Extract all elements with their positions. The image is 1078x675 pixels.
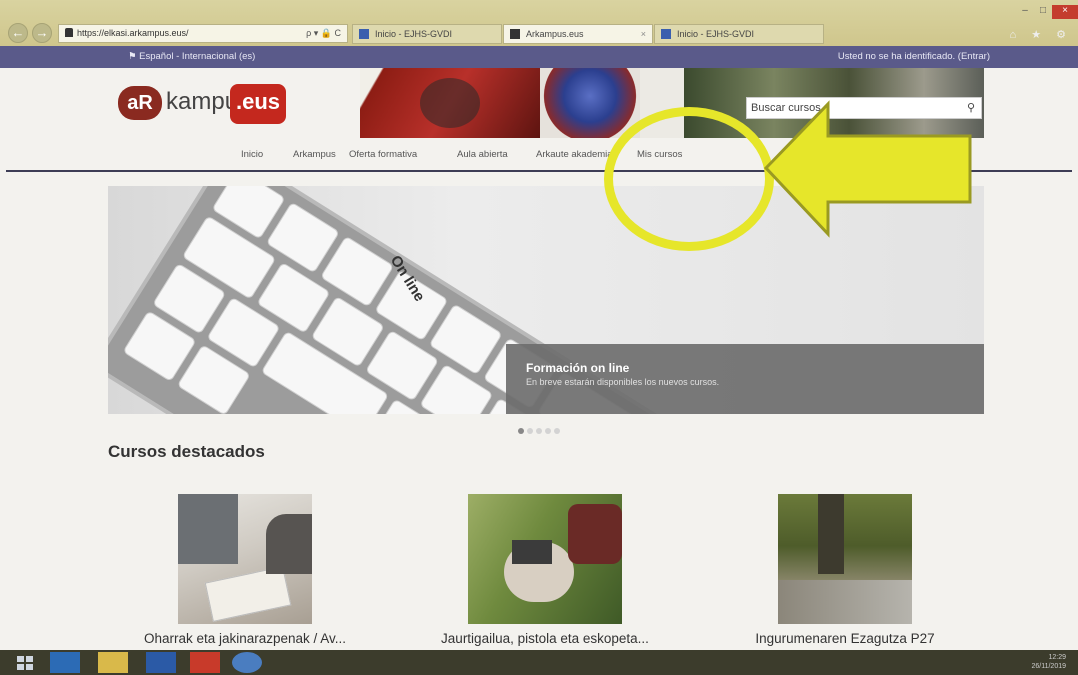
nav-oferta-formativa[interactable]: Oferta formativa xyxy=(349,144,417,166)
tab-inicio-2[interactable]: Inicio - EJHS-GVDI xyxy=(654,24,824,44)
slider-dot[interactable] xyxy=(554,428,560,434)
favicon-icon xyxy=(661,29,671,39)
course-card[interactable]: Ingurumenaren Ezagutza P27 xyxy=(695,494,995,646)
home-favorites-settings-icons[interactable]: ⌂ ★ ⚙ xyxy=(1010,28,1072,41)
tab-close-icon[interactable]: × xyxy=(641,25,646,43)
arrow-annotation xyxy=(763,100,972,238)
logo-eus: .eus xyxy=(230,84,286,124)
slider-dot[interactable] xyxy=(527,428,533,434)
address-bar[interactable]: https://elkasi.arkampus.eus/ ρ ▾ 🔒 C xyxy=(58,24,348,43)
course-title[interactable]: Oharrak eta jakinarazpenak / Av... xyxy=(95,631,395,646)
course-thumbnail xyxy=(468,494,622,624)
outlook-icon[interactable] xyxy=(50,652,80,673)
system-clock[interactable]: 12:29 26/11/2019 xyxy=(1031,653,1066,671)
nav-aula-abierta[interactable]: Aula abierta xyxy=(457,144,508,166)
language-selector[interactable]: ⚑ Español - Internacional (es) xyxy=(128,46,255,68)
file-explorer-icon[interactable] xyxy=(98,652,128,673)
highlight-circle-annotation xyxy=(604,107,774,251)
back-button[interactable]: ← xyxy=(8,23,28,43)
forward-button[interactable]: → xyxy=(32,23,52,43)
course-title[interactable]: Ingurumenaren Ezagutza P27 xyxy=(695,631,995,646)
internet-explorer-icon[interactable] xyxy=(232,652,262,673)
course-thumbnail xyxy=(178,494,312,624)
url-text: https://elkasi.arkampus.eus/ xyxy=(77,28,189,38)
close-window-button[interactable]: × xyxy=(1052,5,1078,19)
nav-inicio[interactable]: Inicio xyxy=(241,144,263,166)
login-status[interactable]: Usted no se ha identificado. (Entrar) xyxy=(838,46,990,68)
slider-dot[interactable] xyxy=(536,428,542,434)
favicon-icon xyxy=(359,29,369,39)
tab-arkampus[interactable]: Arkampus.eus × xyxy=(503,24,653,44)
lock-icon xyxy=(65,28,73,37)
windows-taskbar: 12:29 26/11/2019 xyxy=(0,650,1078,675)
slider-dot[interactable] xyxy=(518,428,524,434)
address-tools[interactable]: ρ ▾ 🔒 C xyxy=(306,25,341,42)
site-logo[interactable]: aR kampus .eus xyxy=(118,82,288,130)
course-thumbnail xyxy=(778,494,912,624)
favicon-icon xyxy=(510,29,520,39)
word-icon[interactable] xyxy=(146,652,176,673)
minimize-button[interactable]: ‒ xyxy=(1016,5,1034,19)
window-controls: ‒ □ × xyxy=(1016,0,1078,19)
nav-arkaute-akademia[interactable]: Arkaute akademia xyxy=(536,144,613,166)
hero-caption: Formación on line En breve estarán dispo… xyxy=(506,344,984,414)
site-top-strip: ⚑ Español - Internacional (es) Usted no … xyxy=(0,46,1078,68)
windows-start-icon[interactable] xyxy=(10,652,40,673)
maximize-button[interactable]: □ xyxy=(1034,5,1052,19)
pdf-reader-icon[interactable] xyxy=(190,652,220,673)
course-card[interactable]: Oharrak eta jakinarazpenak / Av... xyxy=(95,494,395,646)
slider-dots[interactable] xyxy=(518,421,563,439)
course-title[interactable]: Jaurtigailua, pistola eta eskopeta... xyxy=(395,631,695,646)
slider-dot[interactable] xyxy=(545,428,551,434)
nav-arkampus[interactable]: Arkampus xyxy=(293,144,336,166)
tab-inicio-1[interactable]: Inicio - EJHS-GVDI xyxy=(352,24,502,44)
logo-ar: aR xyxy=(118,86,162,120)
hero-subtitle: En breve estarán disponibles los nuevos … xyxy=(526,377,720,387)
course-card[interactable]: Jaurtigailua, pistola eta eskopeta... xyxy=(395,494,695,646)
featured-courses-title: Cursos destacados xyxy=(108,442,265,461)
browser-toolbar: ← → https://elkasi.arkampus.eus/ ρ ▾ 🔒 C… xyxy=(0,0,1078,46)
hero-title: Formación on line xyxy=(526,361,630,375)
